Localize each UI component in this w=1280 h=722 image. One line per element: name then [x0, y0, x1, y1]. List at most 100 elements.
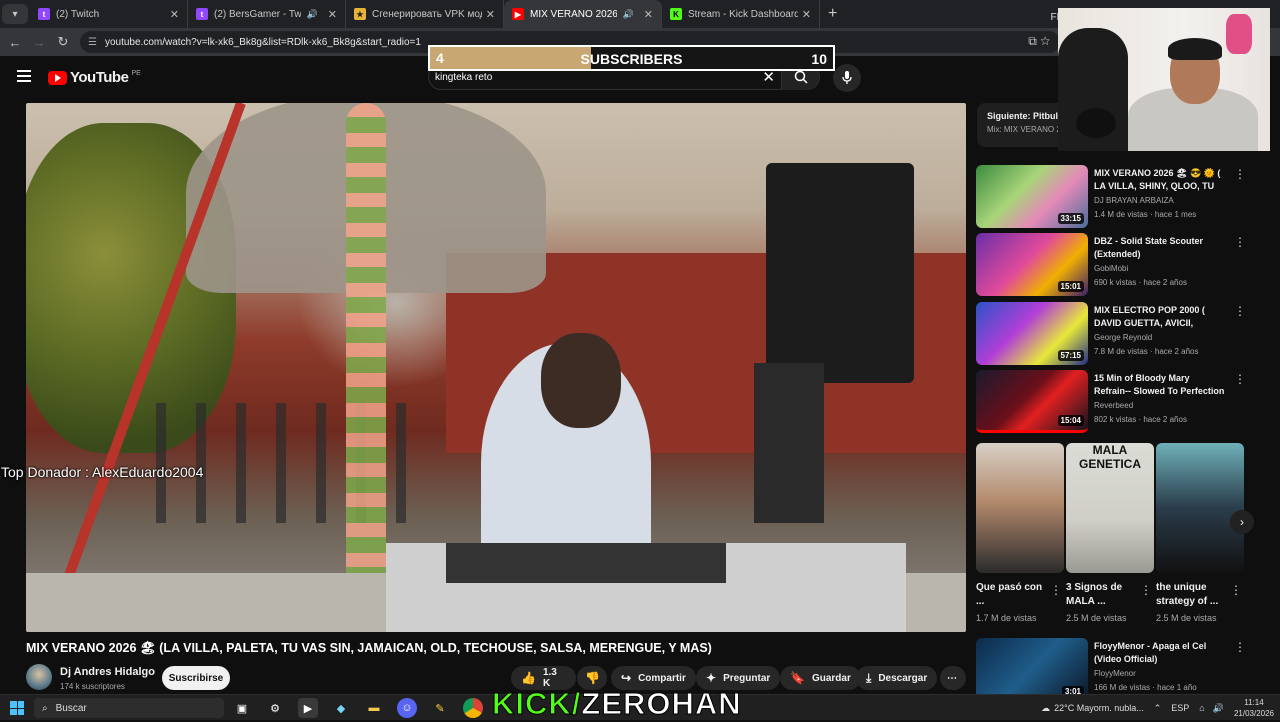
close-icon[interactable]: ✕ — [170, 8, 179, 21]
recommended-video[interactable]: 15:01 DBZ - Solid State Scouter (Extende… — [976, 233, 1256, 297]
short-item[interactable]: MALA GENETICA 3 Signos de MALA ... 2.5 M… — [1066, 443, 1154, 623]
short-item[interactable]: Que pasó con ... 1.7 M de vistas ⋮ — [976, 443, 1064, 623]
recommended-video[interactable]: 57:15 MIX ELECTRO POP 2000 ( DAVID GUETT… — [976, 302, 1256, 366]
weather-text[interactable]: 22°C Mayorm. nubla... — [1054, 703, 1144, 713]
short-item[interactable]: the unique strategy of ... 2.5 M de vist… — [1156, 443, 1244, 623]
tab-title: (2) Twitch — [56, 8, 100, 20]
channel-avatar[interactable] — [26, 664, 52, 690]
video-thumbnail[interactable]: 57:15 — [976, 302, 1088, 365]
kebab-menu-icon[interactable]: ⋮ — [1234, 372, 1246, 386]
forward-arrow-icon[interactable]: → — [27, 35, 51, 50]
video-scene — [541, 333, 621, 428]
kebab-menu-icon[interactable]: ⋮ — [1140, 583, 1152, 597]
app-icon[interactable]: ✎ — [430, 698, 450, 718]
network-icon[interactable]: ⌂ — [1199, 703, 1204, 713]
subscriber-goal-overlay: 4 SUBSCRIBERS 10 — [428, 45, 835, 71]
kebab-menu-icon[interactable]: ⋮ — [1050, 583, 1062, 597]
speaker-icon[interactable]: 🔊 — [307, 9, 318, 20]
rec-channel[interactable]: DJ BRAYAN ARBAIZA — [1094, 196, 1174, 205]
duration: 15:01 — [1057, 281, 1084, 292]
voice-search-button[interactable] — [833, 64, 861, 92]
tab-vpk[interactable]: ★ Сгенерировать VPK модпак д ✕ — [346, 0, 504, 28]
video-thumbnail[interactable]: 15:01 — [976, 233, 1088, 296]
star-icon: ★ — [354, 8, 366, 20]
chevron-right-icon[interactable]: › — [1230, 510, 1254, 534]
tab-bersgamer[interactable]: t (2) BersGamer - Twitch 🔊 ✕ — [188, 0, 346, 28]
video-player[interactable] — [26, 103, 966, 632]
tab-search-button[interactable]: ▾ — [2, 4, 28, 24]
media-app-icon[interactable]: ▶ — [298, 698, 318, 718]
rec-title[interactable]: FloyyMenor - Apaga el Cel (Video Officia… — [1094, 640, 1226, 666]
bookmark-icon: 🔖 — [790, 671, 805, 685]
short-title[interactable]: the unique strategy of ... — [1156, 581, 1228, 609]
video-thumbnail[interactable]: 15:04 — [976, 370, 1088, 433]
short-title[interactable]: Que pasó con ... — [976, 581, 1048, 609]
close-icon[interactable]: ✕ — [486, 8, 495, 21]
channel-name[interactable]: Dj Andres Hidalgo — [60, 666, 155, 678]
recommended-video[interactable]: 15:04 15 Min of Bloody Mary Refrain-- Sl… — [976, 370, 1256, 434]
more-icon: ⋯ — [947, 672, 957, 684]
hamburger-menu-icon[interactable] — [17, 70, 31, 82]
reload-icon[interactable]: ↻ — [51, 34, 75, 50]
tab-title: MIX VERANO 2026 🏖 (LA — [530, 8, 617, 20]
taskbar-search[interactable]: ⌕ Buscar — [34, 698, 224, 718]
short-thumbnail[interactable] — [976, 443, 1064, 573]
rec-title[interactable]: DBZ - Solid State Scouter (Extended) — [1094, 235, 1226, 261]
tool-app-icon[interactable]: ◆ — [331, 698, 351, 718]
next-sub: Mix: MIX VERANO 2 — [987, 125, 1061, 134]
kick-brand-text: KICK/ — [491, 686, 582, 722]
volume-icon[interactable]: 🔊 — [1213, 703, 1224, 714]
install-icon[interactable]: ⧉ ☆ — [1028, 34, 1050, 49]
rec-channel[interactable]: George Reynold — [1094, 333, 1152, 342]
rec-meta: 802 k vistas · hace 2 años — [1094, 415, 1187, 424]
back-arrow-icon[interactable]: ← — [3, 35, 27, 50]
close-icon[interactable]: ✕ — [802, 8, 811, 21]
kebab-menu-icon[interactable]: ⋮ — [1234, 235, 1246, 249]
chevron-up-icon[interactable]: ⌃ — [1154, 703, 1162, 714]
short-thumbnail[interactable] — [1156, 443, 1244, 573]
settings-gear-icon[interactable]: ⚙ — [265, 698, 285, 718]
save-button[interactable]: 🔖 Guardar — [780, 666, 861, 690]
short-title[interactable]: 3 Signos de MALA ... — [1066, 581, 1138, 609]
youtube-logo[interactable]: YouTube PE — [48, 69, 141, 86]
close-icon[interactable]: ✕ — [644, 8, 653, 21]
short-thumbnail[interactable]: MALA GENETICA — [1066, 443, 1154, 573]
new-tab-button[interactable]: + — [828, 5, 837, 23]
download-button[interactable]: ⤓ Descargar — [856, 666, 938, 690]
kebab-menu-icon[interactable]: ⋮ — [1230, 583, 1242, 597]
windows-start-icon[interactable] — [10, 701, 24, 715]
recommended-video[interactable]: 3:01 FloyyMenor - Apaga el Cel (Video Of… — [976, 638, 1256, 694]
task-view-icon[interactable]: ▣ — [232, 698, 252, 718]
rec-title[interactable]: 15 Min of Bloody Mary Refrain-- Slowed T… — [1094, 372, 1226, 398]
folder-icon[interactable]: ▬ — [364, 698, 384, 718]
kebab-menu-icon[interactable]: ⋮ — [1234, 167, 1246, 181]
video-thumbnail[interactable]: 3:01 — [976, 638, 1088, 694]
subscribe-button[interactable]: Suscribirse — [162, 666, 230, 690]
tab-twitch[interactable]: t (2) Twitch ✕ — [30, 0, 188, 28]
kebab-menu-icon[interactable]: ⋮ — [1234, 640, 1246, 654]
video-scene — [766, 163, 914, 383]
site-info-icon[interactable]: ☰ — [88, 37, 97, 48]
share-icon: ↪ — [621, 671, 632, 685]
duration: 33:15 — [1057, 213, 1084, 224]
recommended-video[interactable]: 33:15 MIX VERANO 2026 🏖 😎 🌞 ( LA VILLA, … — [976, 165, 1256, 229]
short-overlay-text: MALA GENETICA — [1078, 443, 1141, 471]
kebab-menu-icon[interactable]: ⋮ — [1234, 304, 1246, 318]
rec-channel[interactable]: GobiMobi — [1094, 264, 1128, 273]
short-views: 2.5 M de vistas — [1156, 613, 1217, 623]
rec-channel[interactable]: FloyyMenor — [1094, 669, 1136, 678]
video-thumbnail[interactable]: 33:15 — [976, 165, 1088, 228]
clock[interactable]: 11:14 21/03/2026 — [1234, 697, 1274, 719]
close-icon[interactable]: ✕ — [328, 8, 337, 21]
tab-youtube-active[interactable]: ▶ MIX VERANO 2026 🏖 (LA 🔊 ✕ — [504, 0, 662, 28]
chrome-icon[interactable] — [463, 698, 483, 718]
rec-title[interactable]: MIX VERANO 2026 🏖 😎 🌞 ( LA VILLA, SHINY,… — [1094, 167, 1226, 193]
tab-kick[interactable]: K Stream - Kick Dashboard ✕ — [662, 0, 820, 28]
discord-icon[interactable]: ☺ — [397, 698, 417, 718]
language-indicator[interactable]: ESP — [1171, 703, 1189, 713]
speaker-icon[interactable]: 🔊 — [623, 9, 634, 20]
more-actions-button[interactable]: ⋯ — [940, 666, 966, 690]
tab-title: (2) BersGamer - Twitch — [214, 8, 301, 20]
rec-channel[interactable]: Reverbeed — [1094, 401, 1133, 410]
rec-title[interactable]: MIX ELECTRO POP 2000 ( DAVID GUETTA, AVI… — [1094, 304, 1226, 330]
